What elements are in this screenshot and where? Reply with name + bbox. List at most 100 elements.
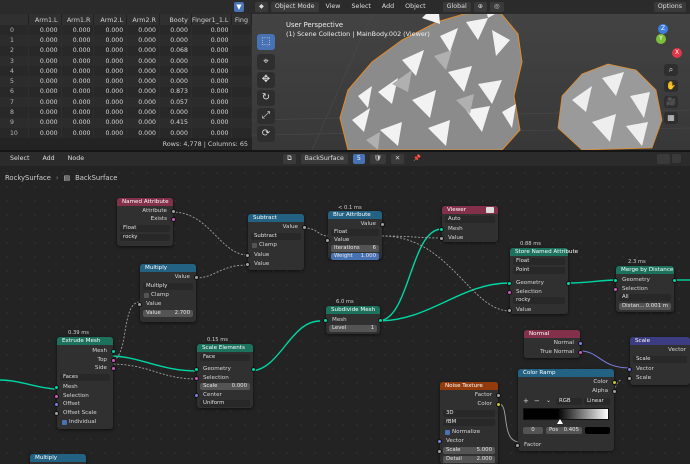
menu-object[interactable]: Object (401, 2, 430, 12)
output-socket[interactable] (566, 281, 571, 286)
output-socket[interactable] (111, 358, 116, 363)
node-named-attribute[interactable]: Named Attribute Attribute Exists Float r… (117, 198, 176, 246)
output-socket[interactable] (612, 380, 617, 385)
zoom-icon[interactable]: ⌕ (664, 64, 678, 76)
ramp-stop-handle[interactable] (557, 419, 563, 424)
editor-type-icon[interactable]: ◆ (255, 2, 268, 12)
clamp-checkbox[interactable] (144, 293, 149, 298)
data-type-dropdown[interactable]: Float (120, 225, 170, 232)
input-socket[interactable] (54, 385, 59, 390)
input-socket[interactable] (439, 236, 444, 241)
input-socket[interactable] (245, 262, 250, 267)
column-header[interactable]: Arm2.R (126, 14, 160, 25)
data-type-dropdown[interactable]: Float (513, 258, 565, 265)
scale-field[interactable]: Scale 0.000 (200, 383, 250, 390)
rotate-tool-icon[interactable]: ↻ (257, 90, 275, 106)
level-field[interactable]: Level 1 (329, 325, 377, 332)
transform-orientation-dropdown[interactable]: Global (442, 2, 471, 12)
options-dropdown[interactable]: Options (653, 2, 686, 12)
node-extrude-mesh[interactable]: Extrude Mesh Mesh Top Side Faces Mesh Se… (54, 337, 116, 429)
weight-field[interactable]: Weight 1.000 (331, 253, 379, 260)
output-socket[interactable] (496, 402, 501, 407)
viewer-eye-icon[interactable] (486, 207, 494, 213)
input-socket[interactable] (54, 394, 59, 399)
node-scale-elements[interactable]: Scale Elements Face Geometry Selection S… (194, 344, 256, 408)
menu-add[interactable]: Add (378, 2, 398, 12)
node-store-named-attribute[interactable]: Store Named Attribute Float Point Geomet… (507, 248, 578, 314)
domain-dropdown[interactable]: Point (513, 267, 565, 274)
distance-field[interactable]: Distan... 0.001 m (619, 303, 671, 310)
output-socket[interactable] (111, 349, 116, 354)
view-icon[interactable] (658, 154, 667, 163)
column-header[interactable]: Arm1.R (61, 14, 95, 25)
input-socket[interactable] (194, 376, 199, 381)
column-header[interactable]: Booty (159, 14, 192, 25)
clamp-checkbox[interactable] (252, 243, 257, 248)
input-socket[interactable] (613, 287, 618, 292)
node-noise-texture[interactable]: Noise Texture Factor Color 3D fBM Normal… (437, 382, 501, 464)
interpolation-dropdown[interactable]: Linear (584, 398, 610, 405)
output-socket[interactable] (171, 209, 176, 214)
domain-dropdown[interactable]: Face (200, 354, 250, 361)
output-socket[interactable] (171, 217, 176, 222)
input-socket[interactable] (627, 367, 632, 372)
output-socket[interactable] (194, 275, 199, 280)
color-mode-dropdown[interactable]: RGB (556, 398, 582, 405)
output-socket[interactable] (578, 350, 583, 355)
cursor-tool-icon[interactable]: ⌖ (257, 54, 275, 70)
domain-dropdown[interactable]: Auto (445, 216, 495, 223)
operation-dropdown[interactable]: Scale (633, 356, 687, 363)
color-ramp-gradient[interactable] (523, 408, 609, 420)
node-viewer[interactable]: Viewer Auto Mesh Value (439, 206, 498, 242)
stop-color-swatch[interactable] (585, 427, 610, 434)
output-socket[interactable] (302, 225, 307, 230)
output-socket[interactable] (672, 278, 677, 283)
attribute-name-field[interactable]: rocky (120, 234, 170, 241)
individual-checkbox[interactable] (62, 420, 67, 425)
node-normal[interactable]: Normal Normal True Normal (524, 330, 583, 358)
filter-icon[interactable]: ▼ (234, 2, 244, 12)
pan-hand-icon[interactable]: ✋ (664, 80, 678, 92)
3d-viewport[interactable]: ◆ Object Mode View Select Add Object Glo… (252, 0, 690, 150)
input-socket[interactable] (54, 402, 59, 407)
node-blur-attribute[interactable]: Blur Attribute Value Float Value Iterati… (325, 211, 385, 260)
detail-field[interactable]: Detail 2.000 (443, 456, 495, 463)
normalize-checkbox[interactable] (445, 430, 450, 435)
input-socket[interactable] (137, 302, 142, 307)
input-socket[interactable] (507, 290, 512, 295)
node-subtract[interactable]: Subtract Value Subtract Clamp Value Valu… (245, 214, 307, 270)
value-field[interactable]: Value 2.700 (143, 310, 193, 317)
noise-type-dropdown[interactable]: fBM (443, 419, 495, 426)
move-tool-icon[interactable]: ✥ (257, 72, 275, 88)
add-stop-icon[interactable]: + (523, 397, 529, 405)
remove-stop-icon[interactable]: − (534, 397, 540, 405)
scale-field[interactable]: Scale 5.000 (443, 447, 495, 454)
proportional-icon[interactable]: ◎ (490, 2, 504, 12)
operation-dropdown[interactable]: Multiply (143, 283, 193, 290)
input-socket[interactable] (325, 238, 330, 243)
node-multiply-2[interactable]: Multiply (30, 454, 86, 464)
stop-index-field[interactable]: 0 (523, 427, 543, 434)
node-color-ramp[interactable]: Color Ramp Color Alpha + − ⌄ RGB Linear … (515, 369, 617, 451)
input-socket[interactable] (437, 439, 442, 444)
menu-select[interactable]: Select (347, 2, 374, 12)
attribute-name-field[interactable]: rocky (513, 297, 565, 304)
input-socket[interactable] (245, 253, 250, 258)
output-socket[interactable] (496, 393, 501, 398)
output-socket[interactable] (612, 389, 617, 394)
input-socket[interactable] (194, 393, 199, 398)
mode-dropdown[interactable]: Faces (60, 374, 110, 381)
input-socket[interactable] (627, 376, 632, 381)
position-field[interactable]: Pos 0.405 (546, 427, 582, 434)
column-header[interactable]: Arm2.L (93, 14, 128, 25)
operation-dropdown[interactable]: Subtract (251, 233, 301, 240)
column-header[interactable] (0, 14, 29, 25)
mode-dropdown[interactable]: Uniform (200, 400, 250, 407)
node-vector-scale[interactable]: Scale Vector Scale Vector Scale (627, 337, 690, 385)
menu-view[interactable]: View (322, 2, 345, 12)
input-socket[interactable] (323, 318, 328, 323)
input-socket[interactable] (507, 281, 512, 286)
gizmo-z-axis[interactable]: Z (658, 24, 668, 34)
settings-icon[interactable] (672, 154, 681, 163)
scale-tool-icon[interactable]: ⤢ (257, 108, 275, 124)
